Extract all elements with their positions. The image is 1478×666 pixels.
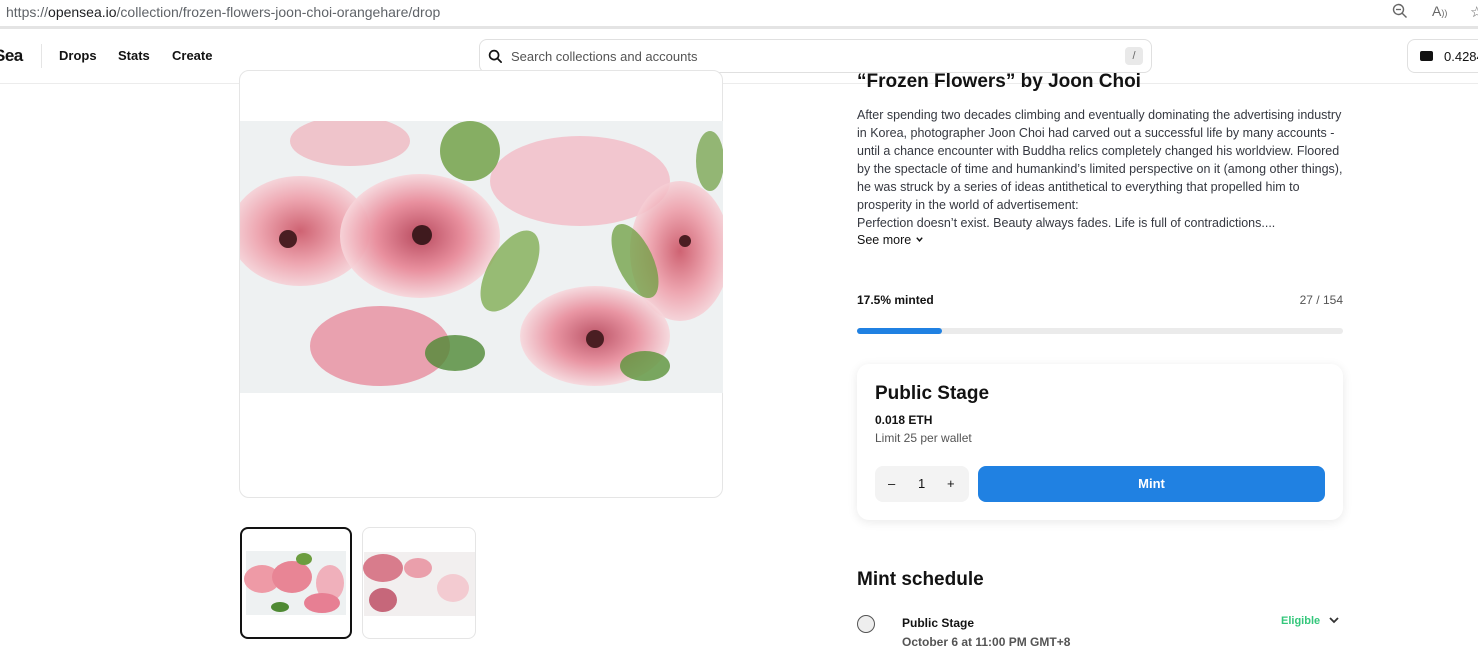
search-bar[interactable]: Search collections and accounts / — [479, 39, 1152, 73]
mint-button[interactable]: Mint — [978, 466, 1325, 502]
stage-limit: Limit 25 per wallet — [875, 431, 972, 445]
url-text[interactable]: https://opensea.io/collection/frozen-flo… — [6, 4, 440, 20]
minted-percent: 17.5% minted — [857, 293, 934, 307]
eligible-badge: Eligible — [1281, 615, 1321, 627]
stage-title: Public Stage — [875, 383, 990, 404]
wallet-balance: 0.4284 — [1444, 49, 1478, 64]
thumbnail-1[interactable] — [240, 527, 352, 639]
frozen-flowers-image[interactable] — [240, 121, 723, 393]
zoom-out-icon[interactable] — [1392, 3, 1408, 23]
collection-description: After spending two decades climbing and … — [857, 106, 1347, 232]
quantity-value[interactable]: 1 — [918, 476, 925, 491]
schedule-stage-date: October 6 at 11:00 PM GMT+8 — [902, 635, 1071, 649]
browser-address-bar[interactable]: https://opensea.io/collection/frozen-flo… — [0, 0, 1478, 29]
chevron-down-icon[interactable] — [1328, 614, 1340, 626]
thumbnail-2[interactable] — [362, 527, 476, 639]
wallet-icon — [1420, 51, 1433, 61]
collection-title: “Frozen Flowers” by Joon Choi — [857, 71, 1141, 92]
read-aloud-icon[interactable]: A)) — [1432, 3, 1447, 19]
wallet-balance-button[interactable]: 0.4284 — [1407, 39, 1478, 73]
nav-stats[interactable]: Stats — [118, 48, 150, 63]
header-divider — [41, 44, 42, 68]
search-icon — [488, 49, 502, 63]
site-header: Sea Drops Stats Create Search collection… — [0, 29, 1478, 84]
minted-count: 27 / 154 — [1299, 293, 1343, 307]
chevron-down-icon — [915, 237, 923, 242]
nav-create[interactable]: Create — [172, 48, 212, 63]
opensea-logo[interactable]: Sea — [0, 46, 23, 66]
description-paragraph: Perfection doesn’t exist. Beauty always … — [857, 216, 1276, 230]
nav-drops[interactable]: Drops — [59, 48, 97, 63]
mint-progress-bar — [857, 328, 1343, 334]
schedule-stage-name: Public Stage — [902, 616, 975, 630]
favorite-icon[interactable]: ☆ — [1470, 3, 1478, 21]
stage-status-circle-icon — [857, 615, 875, 633]
search-shortcut-badge: / — [1125, 47, 1143, 65]
increment-button[interactable]: + — [947, 476, 955, 491]
search-input[interactable]: Search collections and accounts — [511, 49, 697, 64]
decrement-button[interactable]: – — [888, 476, 895, 491]
quantity-stepper: – 1 + — [875, 466, 969, 502]
see-more-link[interactable]: See more — [857, 233, 924, 247]
description-paragraph: After spending two decades climbing and … — [857, 108, 1343, 212]
public-stage-card: Public Stage 0.018 ETH Limit 25 per wall… — [857, 364, 1343, 520]
mint-progress-fill — [857, 328, 943, 334]
mint-schedule-title: Mint schedule — [857, 569, 984, 590]
stage-price: 0.018 ETH — [875, 413, 933, 427]
see-more-label: See more — [857, 233, 912, 247]
